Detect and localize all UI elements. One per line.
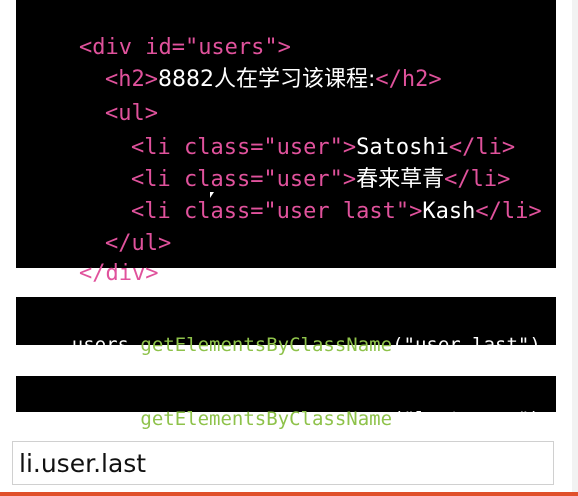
li-text-kash: Kash [422,199,476,224]
js-call-line: users.getElementsByClassName("user last"… [26,309,541,381]
call-args: ("user last") [392,334,541,356]
css-selector-box: li.user.last [12,441,554,485]
h2-text: 8882人在学习该课程: [157,67,376,92]
li-open-tag: <li class="user last"> [130,199,423,224]
li-close-tag: </li> [475,199,542,224]
call-method: getElementsByClassName [140,334,393,356]
html-code-panel: <div id="users"> <h2>8882人在学习该课程:</h2> <… [16,0,556,286]
mouse-cursor-icon [210,192,214,198]
call-method: getElementsByClassName [140,408,393,430]
call-args: ("last user") [392,408,541,430]
bottom-accent-rule [0,492,578,496]
call-object: users. [71,334,141,356]
h2-close-tag: </h2> [375,67,442,92]
css-selector-text: li.user.last [19,449,147,478]
js-call-last-user-panel: users.getElementsByClassName("last user"… [16,376,556,430]
js-call-user-last-panel: users.getElementsByClassName("user last"… [16,297,556,356]
div-close-tag: </div> [78,261,159,286]
right-edge-strip [572,0,578,496]
call-object: users. [71,408,141,430]
